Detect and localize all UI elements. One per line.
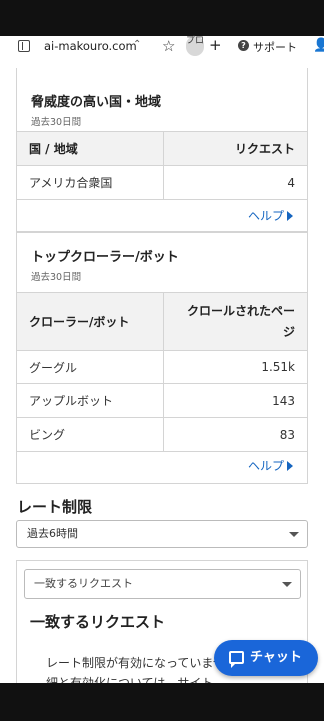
column-header-pages: クロールされたページ	[163, 292, 307, 351]
card-subtitle: 過去30日間	[31, 272, 82, 283]
table-row: ビング 83	[17, 417, 307, 452]
card-title: 脅威度の高い国・地域	[31, 95, 162, 110]
user-icon[interactable]: 👤	[313, 38, 324, 53]
chat-button-label: チャット	[250, 650, 302, 665]
page-content: 脅威度の高い国・地域 過去30日間 国 / 地域 リクエスト アメリカ合衆国 4…	[0, 58, 324, 683]
period-select-value: 過去6時間	[27, 527, 78, 540]
crawler-cell: アップルボット	[17, 383, 164, 418]
crawler-cell: グーグル	[17, 350, 164, 384]
pages-cell: 83	[163, 417, 307, 452]
table-header-row: 国 / 地域 リクエスト	[17, 131, 307, 166]
system-nav-bar	[0, 683, 324, 721]
threat-countries-card: 脅威度の高い国・地域 過去30日間 国 / 地域 リクエスト アメリカ合衆国 4…	[16, 68, 308, 232]
table-row: アップルボット 143	[17, 383, 307, 418]
column-header-requests: リクエスト	[163, 131, 307, 166]
caret-down-icon	[282, 582, 292, 587]
card-title: トップクローラー/ボット	[31, 250, 179, 265]
threat-table: 国 / 地域 リクエスト アメリカ合衆国 4	[17, 131, 307, 200]
table-row: グーグル 1.51k	[17, 350, 307, 384]
table-row: アメリカ合衆国 4	[17, 165, 307, 200]
help-link[interactable]: ヘルプ	[248, 457, 293, 474]
filter-select-value: 一致するリクエスト	[34, 577, 133, 590]
requests-cell: 4	[163, 165, 307, 200]
panel-heading: 一致するリクエスト	[30, 613, 166, 631]
play-triangle-icon	[287, 461, 293, 471]
play-triangle-icon	[287, 211, 293, 221]
column-header-crawler: クローラー/ボット	[17, 292, 164, 351]
help-circle-icon[interactable]: ?	[238, 40, 249, 51]
help-link-label: ヘルプ	[247, 459, 284, 473]
pro-badge[interactable]: プロ	[186, 36, 204, 56]
new-tab-plus-icon[interactable]: +	[209, 36, 222, 54]
top-crawlers-card: トップクローラー/ボット 過去30日間 クローラー/ボット クロールされたページ…	[16, 232, 308, 484]
star-icon[interactable]: ☆	[162, 37, 175, 55]
card-subtitle: 過去30日間	[31, 117, 82, 128]
caret-down-icon	[289, 532, 299, 537]
chevron-updown-icon[interactable]: ⌃	[133, 39, 141, 50]
pages-cell: 143	[163, 383, 307, 418]
pages-cell: 1.51k	[163, 350, 307, 384]
help-link-label: ヘルプ	[247, 209, 284, 223]
support-link[interactable]: サポート	[253, 39, 297, 55]
crawler-cell: ビング	[17, 417, 164, 452]
table-header-row: クローラー/ボット クロールされたページ	[17, 292, 307, 351]
crawler-table: クローラー/ボット クロールされたページ グーグル 1.51k アップルボット …	[17, 292, 307, 452]
sidebar-toggle-icon[interactable]	[18, 40, 30, 52]
status-bar	[0, 0, 324, 36]
chat-bubble-icon	[229, 651, 244, 668]
chat-button[interactable]: チャット	[214, 640, 318, 676]
column-header-country: 国 / 地域	[17, 131, 164, 166]
country-cell: アメリカ合衆国	[17, 165, 164, 200]
url-text[interactable]: ai-makouro.com	[44, 39, 137, 53]
help-link[interactable]: ヘルプ	[248, 207, 293, 224]
browser-address-bar: ai-makouro.com ⌃ ☆ プロ + ? サポート 👤	[0, 36, 324, 58]
filter-select[interactable]: 一致するリクエスト	[24, 569, 301, 599]
rate-limit-heading: レート制限	[17, 498, 93, 516]
period-select[interactable]: 過去6時間	[16, 520, 308, 548]
